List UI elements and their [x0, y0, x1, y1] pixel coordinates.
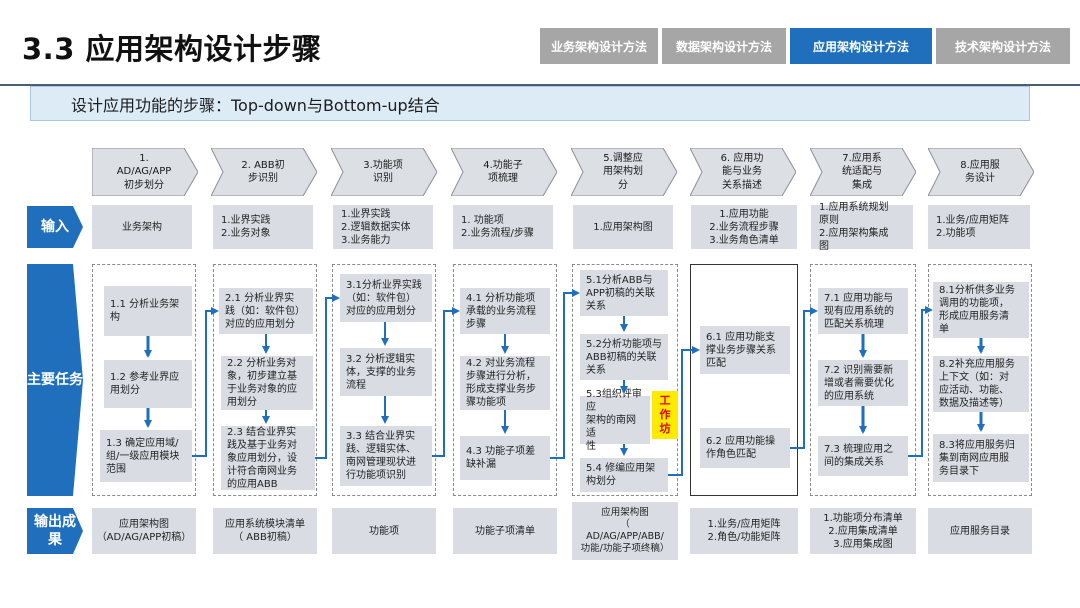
input-cell-1: 业务架构 — [92, 205, 192, 249]
step-chevron-1: 1. AD/AG/APP 初步划分 — [92, 148, 198, 196]
task-2-2: 2.2 分析业务对 象，初步建立基 于业务对象的应 用划分 — [221, 356, 313, 410]
subtitle-text: 设计应用功能的步骤：Top-down与Bottom-up结合 — [71, 95, 440, 115]
subtitle-banner: 设计应用功能的步骤：Top-down与Bottom-up结合 — [30, 86, 1030, 121]
step-chevron-8: 8.应用服 务设计 — [928, 148, 1034, 196]
label-text: 输入 — [41, 218, 69, 235]
tab-label: 技术架构设计方法 — [954, 39, 1051, 54]
input-cell-3: 1.业界实践 2.逻辑数据实体 3.业务能力 — [333, 205, 433, 249]
input-cell-8: 1.业务/应用矩阵 2.功能项 — [928, 205, 1030, 249]
task-5-1: 5.1分析ABB与 APP初稿的关联 关系 — [580, 270, 668, 316]
step-chevron-5: 5.调整应 用架构划 分 — [571, 148, 677, 196]
task-3-1: 3.1分析业界实践 （如：软件包） 对应的应用划分 — [340, 274, 432, 322]
step-label: 2. ABB初 步识别 — [241, 159, 285, 185]
step-label: 8.应用服 务设计 — [960, 159, 1000, 185]
output-cell-6: 1.业务/应用矩阵 2.角色/功能矩阵 — [690, 508, 798, 554]
task-1-2: 1.2 参考业界应 用划分 — [104, 360, 192, 408]
workshop-badge: 工 作 坊 — [652, 391, 678, 439]
task-8-2: 8.2补充应用服务 上下文（如：对 应活动、功能、 数据及描述等） — [933, 356, 1029, 412]
step-label: 6. 应用功 能与业务 关系描述 — [720, 152, 764, 191]
task-5-2: 5.2分析功能项与 ABB初稿的关联 关系 — [580, 334, 668, 380]
task-1-3: 1.3 确定应用域/ 组/一级应用模块 范围 — [100, 430, 192, 482]
input-cell-2: 1.业界实践 2.业务对象 — [213, 205, 313, 249]
step-label: 3.功能项 识别 — [363, 159, 403, 185]
output-cell-8: 应用服务目录 — [928, 508, 1032, 554]
label-text: 主要任务 — [27, 371, 83, 388]
row-label-input: 输入 — [27, 206, 83, 248]
tab-business-architecture[interactable]: 业务架构设计方法 — [540, 28, 658, 64]
task-1-1: 1.1 分析业务架 构 — [104, 286, 192, 336]
task-8-3: 8.3将应用服务归 集到南网应用服 务目录下 — [933, 434, 1029, 482]
row-label-output: 输出成 果 — [27, 508, 83, 554]
step-label: 4.功能子 项梳理 — [483, 159, 523, 185]
step-chevron-2: 2. ABB初 步识别 — [211, 148, 317, 196]
task-7-3: 7.3 梳理应用之 间的集成关系 — [818, 436, 908, 476]
tab-label: 应用架构设计方法 — [812, 39, 909, 54]
task-5-4: 5.4 修编应用架 构划分 — [580, 458, 668, 492]
output-cell-2: 应用系统模块清单 （ ABB初稿） — [213, 508, 317, 554]
tab-label: 数据架构设计方法 — [675, 39, 772, 54]
task-7-2: 7.2 识别需要新 增或者需要优化 的应用系统 — [818, 360, 908, 406]
row-label-tasks: 主要任务 — [27, 264, 83, 496]
task-4-2: 4.2 对业务流程 步骤进行分析， 形成支撑业务步 骤功能项 — [460, 356, 550, 410]
task-6-1: 6.1 应用功能支 撑业务步骤关系 匹配 — [700, 326, 790, 374]
task-5-3: 5.3组织评审应 架构的南网适 性 — [580, 389, 650, 452]
tab-technology-architecture[interactable]: 技术架构设计方法 — [936, 28, 1070, 64]
task-2-1: 2.1 分析业界实 践（如：软件包） 对应的应用划分 — [219, 288, 313, 334]
task-2-3: 2.3 结合业界实 践及基于业务对 象应用划分，设 计符合南网业务 的应用ABB — [221, 426, 315, 490]
input-cell-6: 1.应用功能 2.业务流程步骤 3.业务角色清单 — [691, 205, 797, 249]
page-title: 3.3 应用架构设计步骤 — [22, 32, 322, 66]
output-cell-1: 应用架构图 （AD/AG/APP初稿） — [92, 508, 196, 554]
label-text: 输出成 果 — [34, 513, 76, 548]
input-cell-5: 1.应用架构图 — [573, 205, 673, 249]
task-3-3: 3.3 结合业界实 践、逻辑实体、 南网管理现状进 行功能项识别 — [340, 426, 432, 486]
step-chevron-4: 4.功能子 项梳理 — [451, 148, 557, 196]
task-4-1: 4.1 分析功能项 承载的业务流程 步骤 — [460, 288, 550, 334]
step-chevron-7: 7.应用系 统适配与 集成 — [810, 148, 916, 196]
tab-data-architecture[interactable]: 数据架构设计方法 — [662, 28, 786, 64]
output-cell-3: 功能项 — [332, 508, 436, 554]
task-3-2: 3.2 分析逻辑实 体，支撑的业务 流程 — [340, 348, 432, 396]
output-cell-5: 应用架构图 （ AD/AG/APP/ABB/ 功能/功能子项终稿） — [572, 502, 678, 560]
input-cell-4: 1. 功能项 2.业务流程/步骤 — [453, 205, 553, 249]
task-6-2: 6.2 应用功能操 作角色匹配 — [700, 428, 790, 468]
output-cell-7: 1.功能项分布清单 2.应用集成清单 3.应用集成图 — [810, 508, 916, 554]
task-8-1: 8.1分析供多业务 调用的功能项， 形成应用服务清 单 — [933, 282, 1029, 338]
task-4-3: 4.3 功能子项差 缺补漏 — [460, 436, 550, 480]
step-label: 5.调整应 用架构划 分 — [603, 152, 643, 191]
tab-application-architecture[interactable]: 应用架构设计方法 — [790, 28, 932, 64]
output-cell-4: 功能子项清单 — [453, 508, 557, 554]
step-label: 7.应用系 统适配与 集成 — [842, 152, 882, 191]
input-cell-7: 1.应用系统规划 原则 2.应用架构集成 图 — [811, 202, 913, 252]
task-7-1: 7.1 应用功能与 现有应用系统的 匹配关系梳理 — [818, 288, 908, 334]
step-chevron-3: 3.功能项 识别 — [331, 148, 437, 196]
step-label: 1. AD/AG/APP 初步划分 — [116, 152, 172, 191]
tab-label: 业务架构设计方法 — [550, 39, 647, 54]
step-chevron-6: 6. 应用功 能与业务 关系描述 — [690, 148, 796, 196]
